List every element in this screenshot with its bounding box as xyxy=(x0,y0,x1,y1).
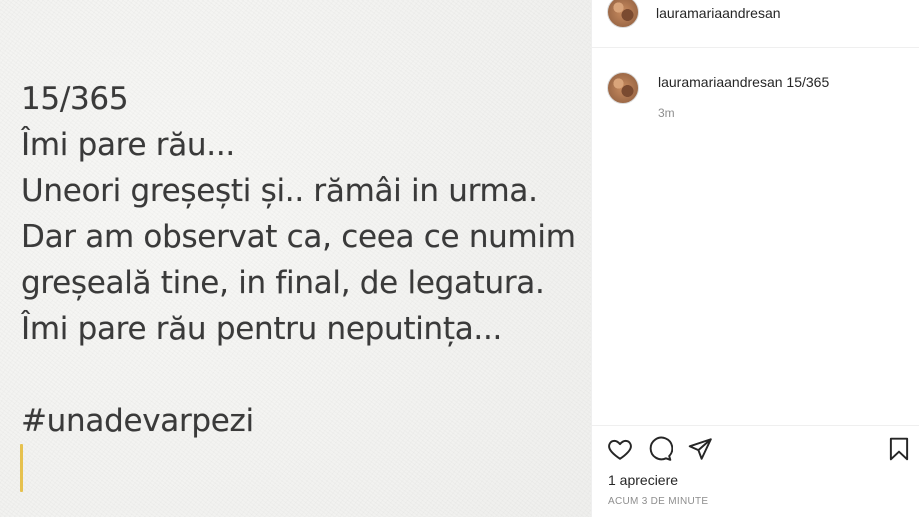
bookmark-icon[interactable] xyxy=(886,436,912,462)
comment-bubble-icon[interactable] xyxy=(647,436,673,462)
likes-count[interactable]: 1 apreciere xyxy=(608,472,678,488)
actions-bar: 1 apreciere ACUM 3 DE MINUTE xyxy=(592,425,919,517)
note-line: Dar am observat ca, ceea ce numim xyxy=(21,219,576,255)
note-line-blank xyxy=(21,352,576,398)
post-header: lauramariaandresan xyxy=(592,0,919,48)
note-text: 15/365 Îmi pare rău... Uneori greșești ș… xyxy=(21,76,576,444)
post-sidebar: lauramariaandresan lauramariaandresan 15… xyxy=(591,0,919,517)
post-timestamp[interactable]: ACUM 3 DE MINUTE xyxy=(608,496,708,507)
note-hashtag: #unadevarpezi xyxy=(21,403,254,439)
heart-icon[interactable] xyxy=(607,436,633,462)
header-username[interactable]: lauramariaandresan xyxy=(656,5,781,21)
avatar[interactable] xyxy=(607,0,639,28)
note-line: Uneori greșești și.. rămâi in urma. xyxy=(21,173,538,209)
comment-username[interactable]: lauramariaandresan xyxy=(658,74,783,90)
paper-plane-icon[interactable] xyxy=(687,436,713,462)
comment-text: 15/365 xyxy=(786,74,830,90)
note-line: Îmi pare rău... xyxy=(21,127,235,163)
note-line: 15/365 xyxy=(21,81,129,117)
comment-line: lauramariaandresan 15/365 xyxy=(658,74,829,90)
text-cursor xyxy=(20,444,23,492)
post-image[interactable]: 15/365 Îmi pare rău... Uneori greșești ș… xyxy=(0,0,591,517)
note-line: Îmi pare rău pentru neputința... xyxy=(21,311,503,347)
note-line: greșeală tine, in final, de legatura. xyxy=(21,265,545,301)
comment-avatar[interactable] xyxy=(607,72,639,104)
comment-time[interactable]: 3m xyxy=(658,106,675,120)
